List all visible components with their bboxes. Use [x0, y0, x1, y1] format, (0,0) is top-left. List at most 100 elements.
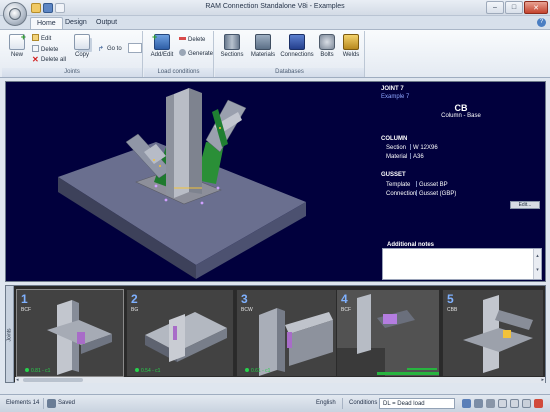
status-divider: [43, 398, 44, 409]
joint-code: BG: [131, 307, 139, 313]
saved-icon: [47, 399, 56, 408]
joints-horizontal-scrollbar[interactable]: ◂ ▸: [15, 377, 545, 383]
zoom-out-icon[interactable]: [510, 399, 519, 408]
edit-connection-button[interactable]: Edit...: [510, 201, 540, 209]
bolts-label: Bolts: [320, 52, 334, 58]
joint-code: BCF: [21, 307, 31, 313]
joint-thumbnail-5[interactable]: 5 CBB: [442, 289, 544, 377]
connections-button[interactable]: Connections: [280, 32, 314, 67]
zoom-extents-icon[interactable]: [522, 399, 531, 408]
model-3d-viewport[interactable]: JOINT 7 Example 7 CB Column - Base COLUM…: [5, 81, 546, 282]
load-condition-icon: +: [152, 32, 170, 50]
scroll-right-icon[interactable]: ▸: [541, 377, 544, 383]
edit-label: Edit: [41, 36, 52, 42]
scrollbar-thumb[interactable]: [23, 378, 83, 382]
joint-title: JOINT 7: [381, 86, 404, 92]
column-flange-right: [189, 88, 202, 194]
anchor-bolt: [200, 201, 204, 205]
ribbon-tab-bar: Home Design Output ?: [0, 16, 550, 29]
scroll-down-icon[interactable]: ▾: [534, 263, 541, 277]
joint-thumbnail-1[interactable]: 1 BCF 0.81 - c1: [16, 289, 124, 377]
delete-load-label: Delete: [188, 37, 206, 43]
edit-icon: [32, 34, 39, 41]
application-menu-button[interactable]: [3, 2, 27, 26]
delete-icon: [32, 45, 39, 52]
joint-number: 2: [131, 292, 138, 306]
delete-joint-button[interactable]: Delete: [32, 45, 58, 54]
scroll-up-icon[interactable]: ▴: [534, 249, 541, 263]
connections-icon: [289, 34, 305, 50]
delete-all-joints-button[interactable]: ✕ Delete all: [32, 56, 66, 65]
materials-button[interactable]: Materials: [248, 32, 278, 67]
add-edit-load-button[interactable]: + Add/Edit: [147, 32, 177, 67]
material-value: A36: [413, 154, 424, 160]
view-front-icon[interactable]: [462, 399, 471, 408]
additional-notes-textarea[interactable]: ▴ ▾: [382, 248, 542, 280]
go-to-joint-button[interactable]: ↱ Go to: [98, 45, 122, 54]
section-label: Section: [386, 145, 407, 151]
brace-bolt: [219, 127, 221, 129]
generate-loads-button[interactable]: Generate: [179, 49, 213, 58]
maximize-button[interactable]: □: [505, 1, 523, 14]
gusset-template-row: Template Gusset BP: [386, 181, 448, 188]
column-web: [174, 88, 189, 198]
joint-thumbnail-2[interactable]: 2 BG 0.54 - c1: [126, 289, 234, 377]
minus-icon: [179, 37, 186, 40]
go-to-joint-input[interactable]: [128, 43, 142, 53]
delete-all-x-icon: ✕: [32, 55, 39, 64]
tab-home[interactable]: Home: [30, 17, 63, 29]
new-label: New: [10, 52, 23, 58]
delete-all-label: Delete all: [41, 57, 67, 63]
joint-code: CBB: [447, 307, 458, 313]
joints-side-tab[interactable]: Joints: [6, 286, 14, 382]
joints-side-label: Joints: [6, 328, 13, 342]
joint-thumbnail-3[interactable]: 3 BCW 0.61 - c1: [236, 289, 344, 377]
gear-icon: [179, 49, 186, 56]
group-databases-label: Databases: [215, 68, 364, 77]
joint-4-preview: [337, 294, 439, 376]
load-condition-select[interactable]: DL = Dead load: [379, 398, 455, 409]
view-top-icon[interactable]: [486, 399, 495, 408]
add-edit-label: Add/Edit: [150, 52, 174, 58]
joint-thumbnail-4[interactable]: 4 BCF: [336, 289, 440, 377]
joint-number: 1: [21, 292, 28, 306]
column-section-row: Section W 12X96: [386, 144, 438, 151]
view-iso-icon[interactable]: [474, 399, 483, 408]
connection-code: CB: [454, 103, 468, 113]
column-heading: COLUMN: [381, 136, 408, 142]
help-icon[interactable]: ?: [537, 18, 546, 27]
minimize-button[interactable]: –: [486, 1, 504, 14]
close-button[interactable]: ✕: [524, 1, 548, 14]
notes-scrollbar[interactable]: ▴ ▾: [533, 249, 541, 279]
tab-design[interactable]: Design: [59, 17, 93, 29]
scroll-left-icon[interactable]: ◂: [16, 377, 19, 383]
pan-icon[interactable]: [534, 399, 543, 408]
copy-icon: [74, 34, 90, 50]
copy-joint-button[interactable]: Copy: [70, 32, 94, 67]
zoom-in-icon[interactable]: [498, 399, 507, 408]
materials-label: Materials: [250, 52, 276, 58]
joint-code: BCF: [341, 307, 351, 313]
new-joint-button[interactable]: + New: [5, 32, 29, 67]
joints-thumbnail-strip: Joints 1 BCF 0.81 - c1 2 BG 0.54 - c1 3 …: [5, 285, 546, 383]
edit-joint-button[interactable]: Edit: [32, 34, 51, 43]
conditions-label: Conditions: [349, 400, 378, 406]
connection-label: Connection: [386, 191, 417, 197]
sections-icon: [224, 34, 240, 50]
delete-load-button[interactable]: Delete: [179, 36, 205, 45]
joint-3d-model: [58, 88, 306, 279]
elements-count: Elements 14: [6, 400, 40, 406]
joint-ratio: 0.61 - c1: [245, 368, 270, 374]
copy-label: Copy: [74, 52, 89, 58]
sections-button[interactable]: Sections: [218, 32, 246, 67]
welds-button[interactable]: Welds: [339, 32, 363, 67]
joint-number: 5: [447, 292, 454, 306]
save-status: Saved: [58, 400, 76, 406]
title-bar: RAM Connection Standalone V8i - Examples…: [0, 0, 550, 26]
language-indicator[interactable]: English: [316, 400, 336, 406]
joint-info-panel: JOINT 7 Example 7 CB Column - Base COLUM…: [376, 82, 546, 282]
tab-output[interactable]: Output: [90, 17, 123, 29]
status-divider: [342, 398, 343, 409]
bolts-button[interactable]: Bolts: [316, 32, 338, 67]
new-icon: +: [9, 32, 26, 50]
